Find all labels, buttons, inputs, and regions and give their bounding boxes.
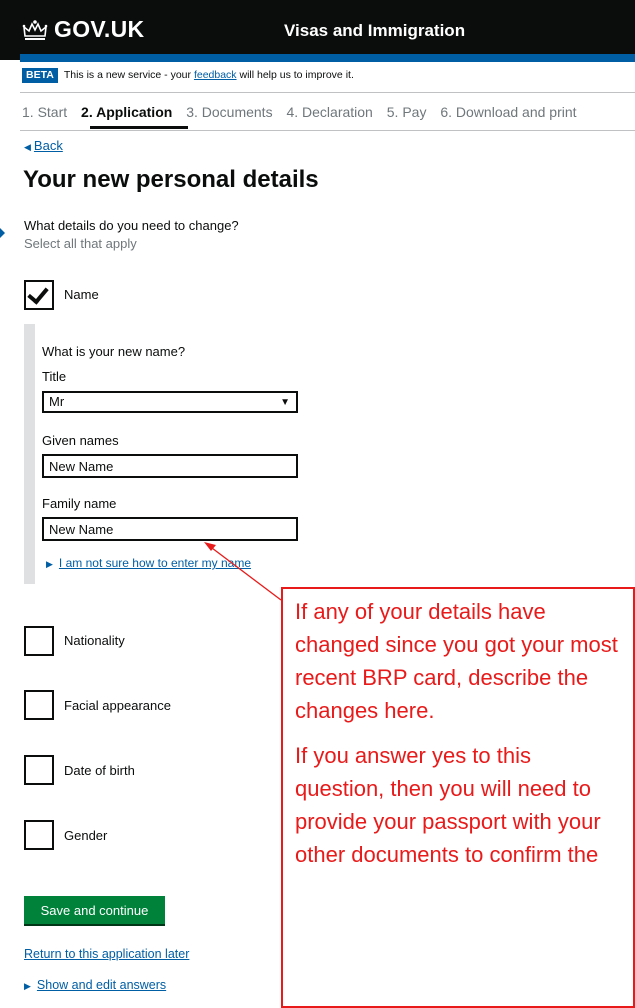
checkbox-date-of-birth[interactable] [24,755,54,785]
name-help-link-label: I am not sure how to enter my name [58,556,252,570]
name-help-link[interactable]: ▶ I am not sure how to enter my name [46,556,251,570]
hint-text: Select all that apply [24,236,137,251]
dropdown-arrow-icon: ▼ [280,397,290,408]
annotation-callout: If any of your details have changed sinc… [281,587,635,1008]
triangle-right-icon: ▶ [24,981,31,991]
checkmark-icon [27,282,49,305]
new-name-question: What is your new name? [42,344,186,359]
conditional-reveal-border [24,324,35,584]
checkbox-label-gender: Gender [64,828,108,843]
given-names-label: Given names [42,433,119,448]
checkbox-label-name: Name [64,287,99,302]
header-blue-rule [20,54,635,62]
title-label: Title [42,369,67,384]
feedback-link[interactable]: feedback [194,69,237,81]
given-names-input[interactable] [42,454,298,478]
checkbox-facial-appearance[interactable] [24,690,54,720]
triangle-left-icon: ◀ [24,142,31,152]
beta-text-before: This is a new service - your [63,69,194,81]
return-later-link[interactable]: Return to this application later [24,947,189,961]
step-documents: 3. Documents [186,104,273,120]
title-select[interactable]: Mr ▼ [42,391,298,413]
show-edit-answers-link[interactable]: ▶ Show and edit answers [24,978,166,992]
beta-banner: BETA This is a new service - your feedbac… [22,66,622,88]
step-download-print: 6. Download and print [440,104,577,120]
checkbox-name[interactable] [24,280,54,310]
step-application: 2. Application [81,104,173,120]
checkbox-nationality[interactable] [24,626,54,656]
title-select-value: Mr [49,394,65,409]
back-link[interactable]: ◀ Back [24,138,63,153]
checkbox-label-date-of-birth: Date of birth [64,763,135,778]
divider [20,92,635,93]
step-pay: 5. Pay [386,104,427,120]
checkbox-label-nationality: Nationality [64,633,125,648]
back-link-label: Back [33,138,63,153]
triangle-right-icon: ▶ [46,559,53,569]
checkbox-gender[interactable] [24,820,54,850]
govuk-header: GOV.UK Visas and Immigration [0,0,635,60]
family-name-label: Family name [42,496,117,511]
step-declaration: 4. Declaration [286,104,373,120]
beta-text-after: will help us to improve it. [236,69,354,81]
show-edit-answers-label: Show and edit answers [36,978,167,992]
save-and-continue-button[interactable]: Save and continue [24,896,165,926]
triangle-right-icon [0,228,5,238]
annotation-paragraph-1: If any of your details have changed sinc… [295,599,618,723]
page-title: Your new personal details [23,166,319,193]
checkbox-label-facial-appearance: Facial appearance [64,698,171,713]
service-name[interactable]: Visas and Immigration [284,21,465,41]
divider [20,130,635,131]
beta-tag: BETA [22,68,58,83]
step-navigation: 1. Start 2. Application 3. Documents 4. … [22,104,635,128]
govuk-logo-link[interactable]: GOV.UK [54,16,144,43]
annotation-paragraph-2: If you answer yes to this question, then… [295,743,601,867]
step-start: 1. Start [22,104,68,120]
question-text: What details do you need to change? [24,218,239,233]
crown-icon [22,20,48,40]
current-step-underline [90,126,188,129]
family-name-input[interactable] [42,517,298,541]
